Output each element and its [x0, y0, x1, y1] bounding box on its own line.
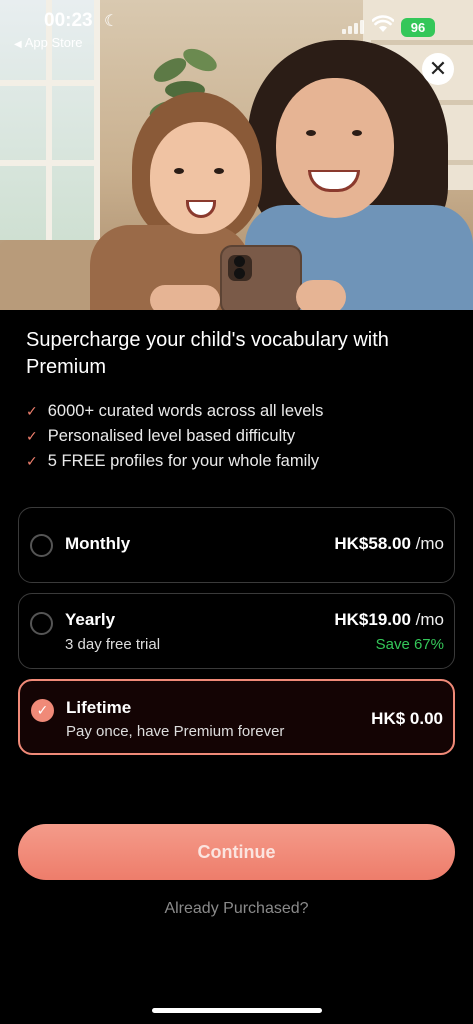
feature-text: 6000+ curated words across all levels — [47, 402, 324, 420]
plan-subtitle: Pay once, have Premium forever — [66, 723, 285, 740]
plan-name: Lifetime — [66, 698, 132, 717]
status-time: 00:23 — [44, 10, 93, 31]
battery-level: 96 — [410, 20, 426, 35]
feature-item: ✓ 6000+ curated words across all levels — [26, 399, 323, 424]
close-button[interactable]: ✕ — [422, 53, 454, 85]
page-title: Supercharge your child's vocabulary with… — [26, 329, 389, 378]
battery-icon: 96 — [401, 18, 435, 37]
continue-button[interactable]: Continue — [18, 824, 455, 880]
check-icon: ✓ — [26, 428, 38, 444]
back-arrow-icon: ◀ — [14, 39, 22, 50]
home-indicator — [152, 1008, 322, 1013]
price-period: /mo — [410, 610, 444, 629]
wifi-icon — [372, 15, 394, 32]
moon-icon: ☾ — [104, 13, 119, 30]
child-hand — [150, 285, 220, 310]
signal-icon — [342, 18, 366, 34]
radio-button[interactable] — [30, 534, 53, 557]
already-purchased-link[interactable]: Already Purchased? — [0, 900, 473, 918]
plan-price: HK$ 0.00 — [371, 709, 443, 729]
save-badge: Save 67% — [375, 636, 444, 653]
feature-text: 5 FREE profiles for your whole family — [47, 452, 320, 470]
plan-name: Yearly — [65, 610, 116, 629]
feature-item: ✓ 5 FREE profiles for your whole family — [26, 449, 323, 474]
mother-hand — [296, 280, 346, 310]
feature-list: ✓ 6000+ curated words across all levels ✓… — [26, 399, 323, 474]
price-amount: HK$ 0.00 — [371, 709, 443, 728]
plan-lifetime[interactable]: ✓ Lifetime Pay once, have Premium foreve… — [18, 679, 455, 755]
back-to-app-store[interactable]: ◀ App Store — [14, 35, 83, 50]
check-icon: ✓ — [26, 403, 38, 419]
radio-button[interactable] — [30, 612, 53, 635]
check-icon: ✓ — [26, 453, 38, 469]
price-amount: HK$58.00 — [334, 534, 411, 553]
feature-text: Personalised level based difficulty — [47, 427, 296, 445]
child-face — [150, 122, 250, 234]
plan-yearly[interactable]: Yearly 3 day free trial HK$19.00 /mo Sav… — [18, 593, 455, 669]
status-bar: 00:23 ☾ ◀ App Store 96 — [0, 0, 473, 60]
plan-name: Monthly — [65, 534, 131, 553]
feature-item: ✓ Personalised level based difficulty — [26, 424, 323, 449]
check-icon: ✓ — [36, 702, 49, 718]
price-amount: HK$19.00 — [334, 610, 411, 629]
phone-in-hand — [220, 245, 302, 310]
mother-face — [276, 78, 394, 218]
plan-monthly[interactable]: Monthly HK$58.00 /mo — [18, 507, 455, 583]
plan-subtitle: 3 day free trial — [65, 636, 161, 653]
close-icon: ✕ — [428, 56, 448, 81]
plan-price: HK$58.00 /mo — [334, 534, 444, 554]
radio-button-checked[interactable]: ✓ — [31, 699, 54, 722]
price-period: /mo — [410, 534, 444, 553]
back-label: App Store — [24, 35, 83, 50]
plan-price: HK$19.00 /mo — [334, 610, 444, 630]
